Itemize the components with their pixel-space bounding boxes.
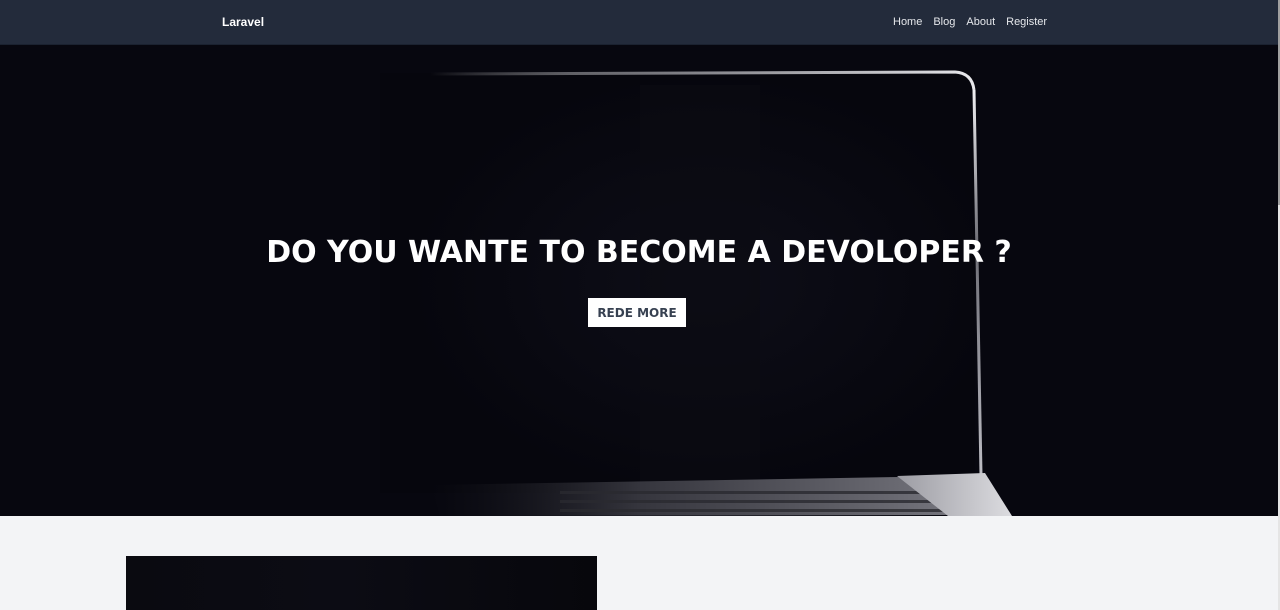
nav-link-about[interactable]: About	[966, 16, 995, 28]
nav-link-home[interactable]: Home	[893, 16, 922, 28]
hero-section: DO YOU WANTE TO BECOME A DEVOLOPER ? RED…	[0, 45, 1278, 516]
nav-link-register[interactable]: Register	[1006, 16, 1047, 28]
nav-links: Home Blog About Register	[893, 16, 1058, 28]
post-image	[126, 556, 597, 610]
hero-title: DO YOU WANTE TO BECOME A DEVOLOPER ?	[266, 235, 1012, 270]
read-more-button[interactable]: REDE MORE	[588, 298, 686, 327]
navbar: Laravel Home Blog About Register	[0, 0, 1278, 45]
brand-logo-link[interactable]: Laravel	[222, 15, 264, 29]
nav-link-blog[interactable]: Blog	[933, 16, 955, 28]
hero-background-image	[380, 70, 1012, 516]
